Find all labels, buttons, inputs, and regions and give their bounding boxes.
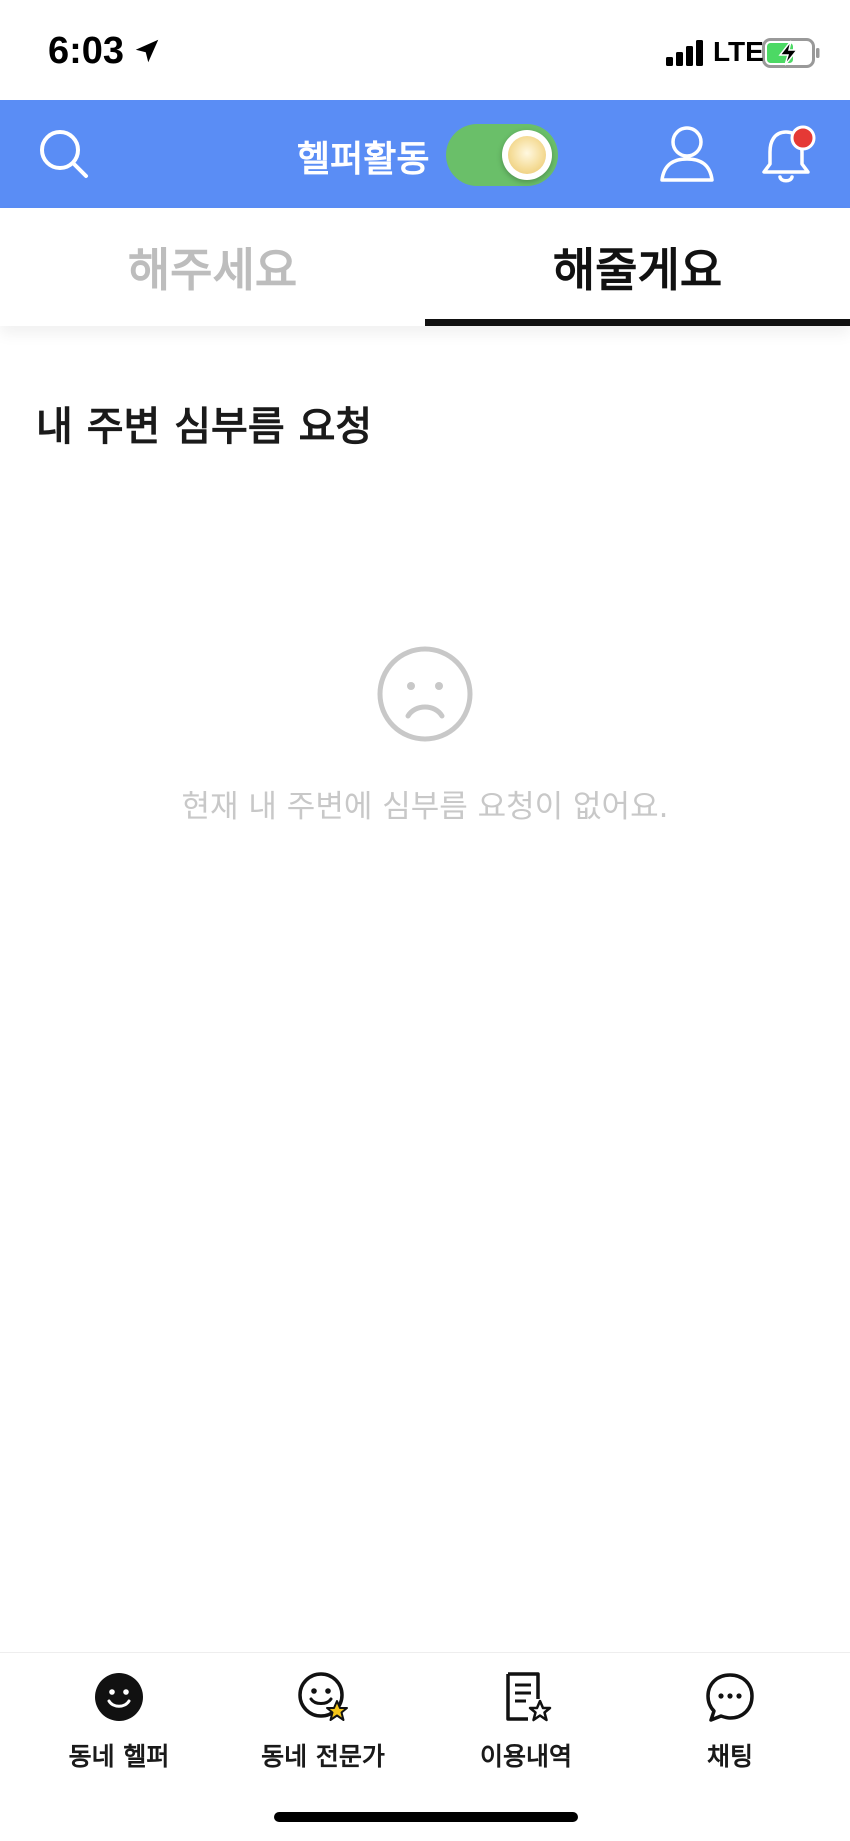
helper-activity-toggle[interactable] — [446, 124, 558, 186]
tab-offer-help[interactable]: 해줄게요 — [425, 208, 850, 326]
section-title: 내 주변 심부름 요청 — [36, 404, 373, 450]
nav-item-chat[interactable]: 채팅 — [624, 1665, 836, 1775]
document-star-icon — [506, 1672, 552, 1722]
search-icon[interactable] — [36, 126, 92, 182]
nav-item-usage-history[interactable]: 이용내역 — [420, 1665, 632, 1775]
nav-label: 채팅 — [706, 1742, 753, 1771]
toggle-knob-glow — [508, 136, 546, 174]
profile-icon[interactable] — [658, 124, 716, 184]
tab-bar: 해주세요 해줄게요 — [0, 208, 850, 326]
smile-star-icon — [298, 1672, 348, 1721]
cellular-signal-icon — [666, 40, 703, 66]
chat-bubble-icon — [706, 1673, 754, 1722]
nav-item-neighborhood-expert[interactable]: 동네 전문가 — [217, 1665, 429, 1775]
status-time: 6:03 — [48, 30, 125, 72]
nav-label: 이용내역 — [479, 1742, 572, 1771]
app-header: 헬퍼활동 — [0, 100, 850, 208]
sad-face-icon — [377, 646, 473, 742]
location-arrow-icon — [135, 39, 159, 63]
nav-label: 동네 전문가 — [261, 1742, 385, 1771]
network-type: LTE — [713, 36, 764, 67]
home-indicator[interactable] — [274, 1812, 578, 1822]
nav-item-neighborhood-helper[interactable]: 동네 헬퍼 — [13, 1665, 225, 1775]
battery-charging-icon — [762, 38, 820, 68]
tab-request-help[interactable]: 해주세요 — [0, 208, 425, 326]
nav-label: 동네 헬퍼 — [68, 1742, 170, 1771]
empty-state-message: 현재 내 주변에 심부름 요청이 없어요. — [181, 789, 669, 825]
helper-activity-label: 헬퍼활동 — [297, 139, 430, 180]
notification-bell-icon[interactable] — [758, 122, 818, 186]
smile-filled-icon — [95, 1673, 143, 1721]
toggle-knob — [502, 130, 552, 180]
active-tab-indicator — [425, 319, 850, 326]
status-bar: 6:03 LTE — [0, 0, 850, 100]
